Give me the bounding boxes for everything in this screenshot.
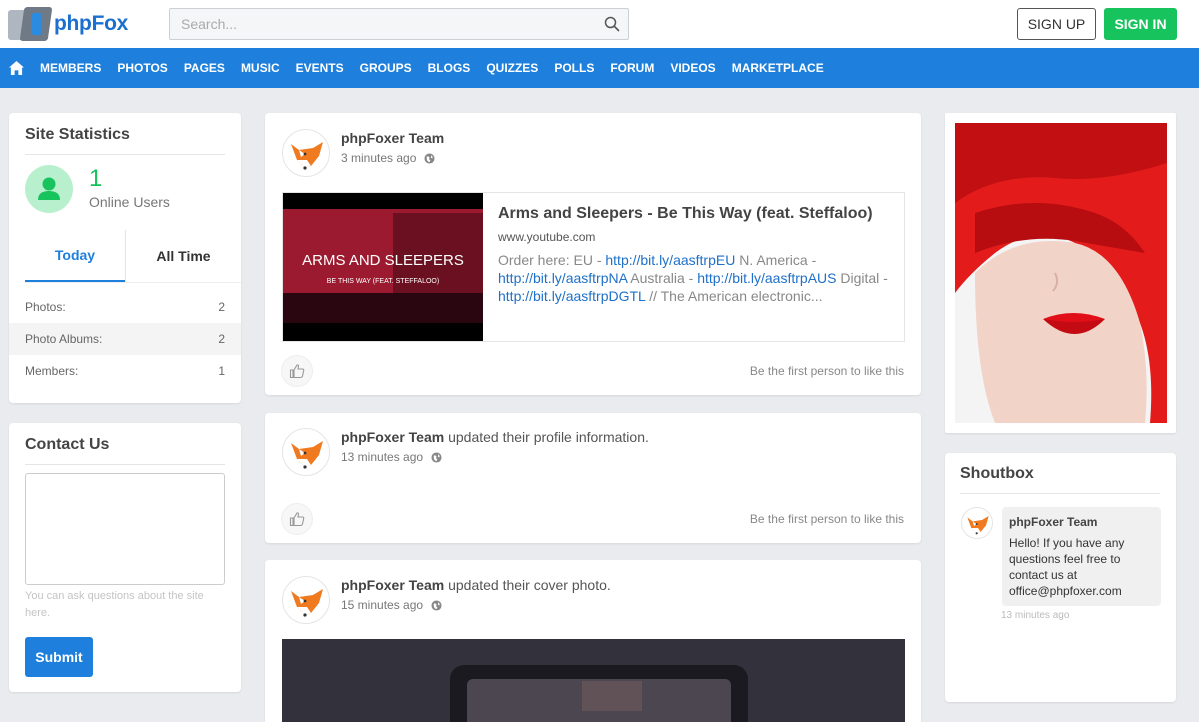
submit-button[interactable]: Submit <box>25 637 93 677</box>
sidebar-ad-block <box>945 113 1176 433</box>
thumb-title: ARMS AND SLEEPERS <box>302 252 464 269</box>
post-time-text[interactable]: 15 minutes ago <box>341 598 423 612</box>
contact-us-title: Contact Us <box>25 436 110 453</box>
post-time: 15 minutes ago <box>341 598 442 612</box>
nav-item-videos[interactable]: VIDEOS <box>670 61 715 75</box>
site-statistics-block: Site Statistics 1 Online Users Today All… <box>9 113 241 403</box>
user-icon <box>25 165 73 213</box>
globe-icon <box>431 599 442 611</box>
post-author[interactable]: phpFoxer Team <box>341 130 444 146</box>
like-button[interactable] <box>281 503 313 535</box>
stat-value: 2 <box>218 332 225 346</box>
online-users-label: Online Users <box>89 194 170 210</box>
tab-divider <box>25 282 241 283</box>
stat-label: Photo Albums: <box>25 332 103 346</box>
fox-avatar-icon[interactable] <box>282 428 330 476</box>
inline-link[interactable]: http://bit.ly/aasftrpEU <box>605 252 735 268</box>
contact-message-input[interactable] <box>25 473 225 585</box>
shoutbox-title: Shoutbox <box>960 465 1034 482</box>
post-author-line: phpFoxer Team <box>341 130 444 146</box>
nav-item-blogs[interactable]: BLOGS <box>428 61 471 75</box>
feed-post: phpFoxer Team 3 minutes ago ARMS AND SLE… <box>265 113 921 395</box>
feed-post: phpFoxer Team updated their profile info… <box>265 413 921 543</box>
divider <box>25 154 225 155</box>
nav-item-groups[interactable]: GROUPS <box>360 61 412 75</box>
shout-author[interactable]: phpFoxer Team <box>1009 515 1154 529</box>
stat-row-photo-albums: Photo Albums: 2 <box>9 323 241 355</box>
tab-all-time[interactable]: All Time <box>125 230 241 282</box>
link-domain: www.youtube.com <box>498 230 596 244</box>
search-input[interactable] <box>170 9 590 39</box>
post-time-text[interactable]: 13 minutes ago <box>341 450 423 464</box>
home-icon[interactable] <box>9 61 24 75</box>
nav-item-forum[interactable]: FORUM <box>610 61 654 75</box>
nav-item-events[interactable]: EVENTS <box>296 61 344 75</box>
thumbs-up-icon <box>289 364 305 379</box>
inline-link[interactable]: http://bit.ly/aasftrpDGTL <box>498 288 645 304</box>
fox-avatar-icon[interactable] <box>282 129 330 177</box>
divider <box>960 493 1160 494</box>
main-navigation: MEMBERS PHOTOS PAGES MUSIC EVENTS GROUPS… <box>0 48 1199 88</box>
shout-text: Hello! If you have any questions feel fr… <box>1009 536 1125 598</box>
post-time-text[interactable]: 3 minutes ago <box>341 151 416 165</box>
shout-message: phpFoxer Team Hello! If you have any que… <box>1002 507 1161 606</box>
tab-today[interactable]: Today <box>25 230 125 282</box>
cover-photo-image[interactable] <box>282 639 905 722</box>
shoutbox-block: Shoutbox phpFoxer Team Hello! If you hav… <box>945 453 1176 702</box>
globe-icon <box>431 451 442 463</box>
link-title[interactable]: Arms and Sleepers - Be This Way (feat. S… <box>498 205 873 223</box>
post-time: 3 minutes ago <box>341 151 435 165</box>
feed-post: phpFoxer Team updated their cover photo.… <box>265 560 921 722</box>
search-box <box>169 8 629 40</box>
post-author[interactable]: phpFoxer Team <box>341 577 444 593</box>
thumb-subtitle: BE THIS WAY (FEAT. STEFFALOO) <box>327 278 439 285</box>
post-author-line: phpFoxer Team updated their profile info… <box>341 429 649 445</box>
stat-value: 1 <box>218 364 225 378</box>
like-summary: Be the first person to like this <box>749 364 904 378</box>
top-header: phpFox SIGN UP SIGN IN <box>0 0 1199 48</box>
divider <box>25 464 225 465</box>
post-time: 13 minutes ago <box>341 450 442 464</box>
nav-item-quizzes[interactable]: QUIZZES <box>486 61 538 75</box>
nav-item-pages[interactable]: PAGES <box>184 61 225 75</box>
stat-label: Members: <box>25 364 79 378</box>
contact-us-block: Contact Us You can ask questions about t… <box>9 423 241 692</box>
like-button[interactable] <box>281 355 313 387</box>
post-author-line: phpFoxer Team updated their cover photo. <box>341 577 611 593</box>
search-icon[interactable] <box>604 16 620 32</box>
post-author[interactable]: phpFoxer Team <box>341 429 444 445</box>
link-preview[interactable]: ARMS AND SLEEPERS BE THIS WAY (FEAT. STE… <box>282 192 905 342</box>
stat-row-members: Members: 1 <box>9 355 241 387</box>
stat-label: Photos: <box>25 300 66 314</box>
link-description: Order here: EU - http://bit.ly/aasftrpEU… <box>498 252 888 304</box>
logo-mark-icon <box>8 7 53 41</box>
link-thumbnail[interactable]: ARMS AND SLEEPERS BE THIS WAY (FEAT. STE… <box>283 193 483 341</box>
inline-link[interactable]: http://bit.ly/aasftrpNA <box>498 270 627 286</box>
online-users-count: 1 <box>89 165 103 192</box>
inline-link[interactable]: http://bit.ly/aasftrpAUS <box>697 270 836 286</box>
fox-avatar-icon[interactable] <box>282 576 330 624</box>
nav-item-marketplace[interactable]: MARKETPLACE <box>732 61 824 75</box>
nav-item-photos[interactable]: PHOTOS <box>117 61 167 75</box>
like-summary: Be the first person to like this <box>749 512 904 526</box>
stat-value: 2 <box>218 300 225 314</box>
site-logo[interactable]: phpFox <box>8 6 128 42</box>
nav-item-members[interactable]: MEMBERS <box>40 61 101 75</box>
sign-up-button[interactable]: SIGN UP <box>1017 8 1096 40</box>
nav-item-polls[interactable]: POLLS <box>554 61 594 75</box>
post-action: updated their profile information. <box>444 429 649 445</box>
logo-text: phpFox <box>54 12 129 35</box>
site-statistics-title: Site Statistics <box>25 126 130 143</box>
globe-icon <box>424 152 435 164</box>
contact-hint: You can ask questions about the site her… <box>25 590 204 619</box>
thumbs-up-icon <box>289 512 305 527</box>
nav-item-music[interactable]: MUSIC <box>241 61 280 75</box>
stat-row-photos: Photos: 2 <box>9 291 241 323</box>
shout-time: 13 minutes ago <box>1001 610 1070 621</box>
post-action: updated their cover photo. <box>444 577 611 593</box>
ad-image[interactable] <box>955 123 1167 423</box>
fox-avatar-icon[interactable] <box>961 507 993 539</box>
sign-in-button[interactable]: SIGN IN <box>1104 8 1177 40</box>
